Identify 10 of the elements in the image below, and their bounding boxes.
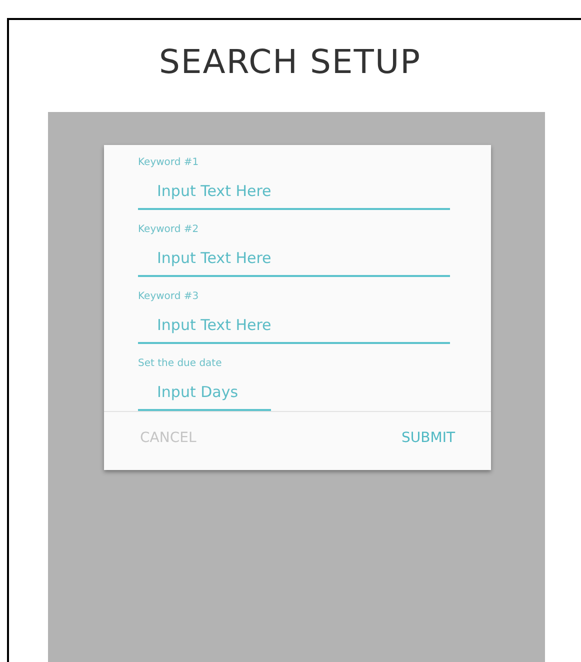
field-label: Keyword #3: [138, 291, 199, 302]
input-field[interactable]: Input Text Here: [138, 312, 450, 344]
input-field[interactable]: Input Text Here: [138, 245, 450, 277]
input-field[interactable]: Input Days: [138, 379, 271, 411]
input-field[interactable]: Input Text Here: [138, 178, 450, 210]
submit-button[interactable]: SUBMIT: [396, 426, 461, 450]
field-label: Set the due date: [138, 358, 222, 369]
field-label: Keyword #1: [138, 157, 199, 168]
screen-title: SEARCH SETUP: [158, 42, 422, 81]
field-label: Keyword #2: [138, 224, 199, 235]
